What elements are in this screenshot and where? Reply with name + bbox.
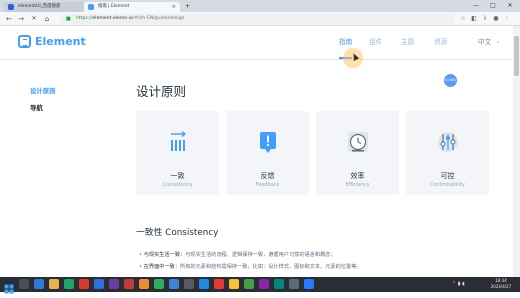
controllability-sliders-icon <box>438 132 458 152</box>
app-icon[interactable] <box>139 279 149 289</box>
card-title: 一致 <box>170 172 185 180</box>
url-text[interactable]: https://element.eleme.io/#/zh-CN/guide/d… <box>76 14 184 24</box>
new-tab-button[interactable]: + <box>182 2 194 12</box>
clock-date: 2024/4/27 <box>490 284 512 289</box>
efficiency-clock-icon <box>348 132 368 152</box>
download-icon[interactable]: ⇩ <box>481 15 489 23</box>
language-switch[interactable]: 中文 <box>478 38 491 47</box>
nav-item-guide[interactable]: 指南 <box>339 38 352 47</box>
vscode-icon[interactable] <box>304 279 314 289</box>
windows-start-icon[interactable] <box>4 279 14 294</box>
app-icon[interactable] <box>214 279 224 289</box>
sidebar-item-design-principles[interactable]: 设计原则 <box>30 87 56 96</box>
card-subtitle: Consistency <box>162 182 193 188</box>
card-subtitle: Feedback <box>255 182 280 188</box>
profile-icon[interactable]: ● <box>492 15 500 23</box>
tab-element-guide[interactable]: 指南 | Element × <box>84 2 180 12</box>
nav-item-components[interactable]: 组件 <box>369 38 382 47</box>
element-logo-icon[interactable] <box>18 35 31 48</box>
card-title: 效率 <box>350 172 365 180</box>
tab-title: 指南 | Element <box>98 4 130 9</box>
page-title: 设计原则 <box>136 84 187 99</box>
chrome-browser-icon[interactable] <box>64 279 74 289</box>
nav-item-resources[interactable]: 资源 <box>434 38 447 47</box>
app-icon[interactable] <box>259 279 269 289</box>
card-title: 可控 <box>440 172 455 180</box>
browser-toolbar: ← → ✕ ⌂ ■ https://element.eleme.io/#/zh-… <box>0 12 520 26</box>
search-icon[interactable] <box>19 279 29 289</box>
card-subtitle: Controllability <box>430 182 465 188</box>
file-explorer-icon[interactable] <box>49 279 59 289</box>
app-icon[interactable] <box>274 279 284 289</box>
edge-browser-icon[interactable] <box>34 279 44 289</box>
browser-tab-bar: elementUI_百度搜索 指南 | Element × + — □ ✕ <box>0 0 520 12</box>
extensions-icon[interactable]: ◧ <box>470 15 478 23</box>
system-tray-icons[interactable]: ⌃ ▮ ◖ <box>452 279 465 289</box>
stop-loading-icon[interactable]: ✕ <box>29 14 39 24</box>
principle-card-efficiency[interactable]: 效率 Efficiency <box>316 111 399 195</box>
app-icon[interactable] <box>289 279 299 289</box>
baidu-favicon-icon <box>8 4 14 10</box>
logo-text[interactable]: Element <box>35 34 86 49</box>
visual-studio-icon[interactable] <box>109 279 119 289</box>
list-item: • 在界面中一致：所有的元素和结构需保持一致，比如：设计样式、图标和文本、元素的… <box>139 264 362 270</box>
menu-dots-icon[interactable]: ⋮ <box>503 15 511 23</box>
tab-title: elementUI_百度搜索 <box>18 4 61 9</box>
bookmark-star-icon[interactable]: ☆ <box>459 15 467 23</box>
minimize-button[interactable]: — <box>468 0 484 12</box>
close-window-button[interactable]: ✕ <box>502 0 518 12</box>
forward-arrow-icon[interactable]: → <box>16 14 26 24</box>
tab-baidu[interactable]: elementUI_百度搜索 <box>4 2 84 12</box>
app-icon[interactable] <box>229 279 239 289</box>
app-icon[interactable] <box>244 279 254 289</box>
maximize-button[interactable]: □ <box>485 0 501 12</box>
nav-item-theme[interactable]: 主题 <box>401 38 414 47</box>
principle-card-controllability[interactable]: 可控 Controllability <box>406 111 489 195</box>
app-icon[interactable] <box>184 279 194 289</box>
scrollbar-thumb[interactable] <box>514 36 519 76</box>
app-icon[interactable] <box>154 279 164 289</box>
taskbar-clock[interactable]: 18:34 2024/4/27 <box>484 278 518 290</box>
list-item: • 与现实生活一致：与现实生活的流程、逻辑保持一致，遵循用户习惯的语言和概念； <box>139 252 336 258</box>
card-subtitle: Efficiency <box>345 182 370 188</box>
back-arrow-icon[interactable]: ← <box>4 14 14 24</box>
chevron-down-icon[interactable]: ⌄ <box>496 38 500 47</box>
principle-card-consistency[interactable]: 一致 Consistency <box>136 111 219 195</box>
sidebar-item-navigation[interactable]: 导航 <box>30 104 43 113</box>
element-favicon-icon <box>88 4 94 10</box>
app-icon[interactable] <box>124 279 134 289</box>
principle-card-feedback[interactable]: 反馈 Feedback <box>226 111 309 195</box>
app-icon[interactable] <box>199 279 209 289</box>
section-title: 一致性 Consistency <box>136 228 219 238</box>
consistency-bars-icon <box>171 130 187 151</box>
lock-icon: ■ <box>66 16 71 22</box>
home-icon[interactable]: ⌂ <box>42 14 52 24</box>
app-icon[interactable] <box>169 279 179 289</box>
app-icon[interactable] <box>94 279 104 289</box>
feedback-alert-icon <box>260 132 276 153</box>
network-speed-badge: 0.4K/s <box>444 74 457 87</box>
app-icon[interactable] <box>79 279 89 289</box>
card-title: 反馈 <box>260 172 275 180</box>
close-tab-icon[interactable]: × <box>172 2 176 12</box>
